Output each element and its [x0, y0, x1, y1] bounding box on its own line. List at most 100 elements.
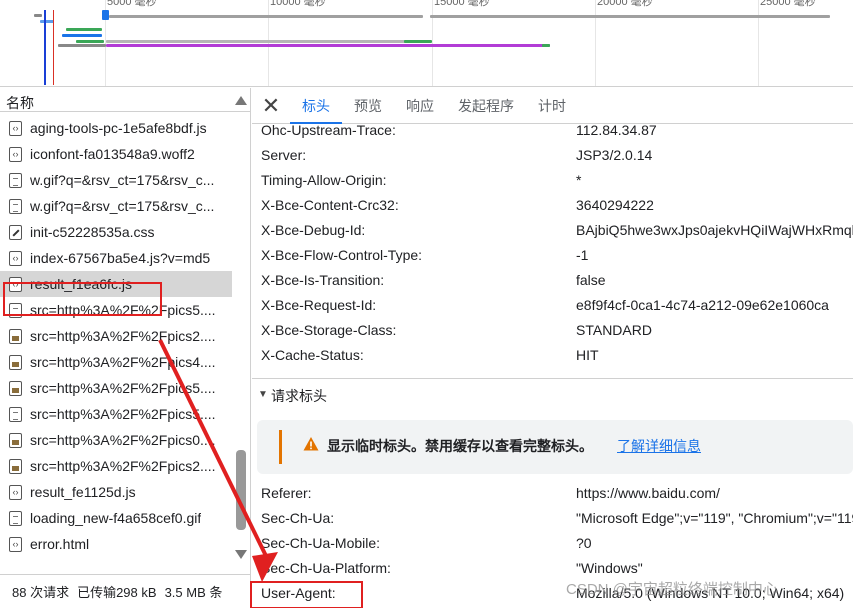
header-name: Server: — [261, 147, 307, 163]
request-name: src=http%3A%2F%2Fpics4.... — [30, 354, 216, 370]
timeline-bar — [106, 40, 430, 43]
timeline-bar — [76, 40, 104, 43]
timeline-bar — [34, 14, 42, 17]
tab-initiator[interactable]: 发起程序 — [446, 88, 526, 123]
request-list-scrollbar[interactable] — [233, 88, 250, 568]
transferred-size: 已传输298 kB — [77, 585, 157, 600]
header-name: X-Bce-Is-Transition: — [261, 272, 385, 288]
request-list-panel: 名称 aging-tools-pc-1e5afe8bdf.js iconfont… — [0, 88, 251, 608]
tab-timing[interactable]: 计时 — [526, 88, 578, 123]
request-row[interactable]: index-67567ba5e4.js?v=md5 — [0, 245, 232, 271]
timeline-tick-label: 10000 毫秒 — [270, 0, 326, 8]
request-count: 88 次请求 — [12, 585, 70, 600]
network-timeline-overview[interactable]: 5000 毫秒 10000 毫秒 15000 毫秒 20000 毫秒 25000… — [0, 0, 853, 87]
learn-more-link[interactable]: 了解详细信息 — [617, 436, 701, 456]
header-value: "Windows" — [576, 560, 643, 576]
request-row[interactable]: src=http%3A%2F%2Fpics5.... — [0, 401, 232, 427]
response-header-row: Ohc-Upstream-Trace: 112.84.34.87 — [252, 124, 853, 147]
request-row[interactable]: src=http%3A%2F%2Fpics4.... — [0, 349, 232, 375]
request-name: error.html — [30, 536, 90, 552]
request-row[interactable]: w.gif?q=&rsv_ct=175&rsv_c... — [0, 193, 232, 219]
name-column-header[interactable]: 名称 — [0, 88, 250, 112]
timeline-bar — [404, 40, 432, 43]
image-icon — [9, 354, 22, 370]
notice-accent-stripe — [279, 430, 282, 464]
response-header-row: X-Bce-Storage-Class: STANDARD — [252, 322, 853, 347]
request-name: result_f1ea6fc.js — [30, 276, 132, 292]
tab-headers[interactable]: 标头 — [290, 88, 342, 124]
request-name: src=http%3A%2F%2Fpics5.... — [30, 380, 216, 396]
request-details-panel: ✕ 标头 预览 响应 发起程序 计时 Ohc-Upstream-Trace: 11… — [252, 88, 853, 608]
request-name: src=http%3A%2F%2Fpics5.... — [30, 406, 216, 422]
response-header-row: X-Bce-Is-Transition: false — [252, 272, 853, 297]
tab-response[interactable]: 响应 — [394, 88, 446, 123]
header-value: HIT — [576, 347, 599, 363]
header-name: Sec-Ch-Ua-Mobile: — [261, 535, 381, 551]
response-header-row: X-Bce-Content-Crc32: 3640294222 — [252, 197, 853, 222]
header-name: X-Bce-Content-Crc32: — [261, 197, 399, 213]
header-name: Referer: — [261, 485, 312, 501]
timeline-tick-label: 15000 毫秒 — [434, 0, 490, 8]
request-row[interactable]: init-c52228535a.css — [0, 219, 232, 245]
timeline-tick-label: 25000 毫秒 — [760, 0, 816, 8]
response-header-row: X-Bce-Flow-Control-Type: -1 — [252, 247, 853, 272]
header-name: Sec-Ch-Ua-Platform: — [261, 560, 391, 576]
header-value: ?0 — [576, 535, 592, 551]
resources-size: 3.5 MB 条 — [164, 585, 223, 600]
header-name: X-Bce-Debug-Id: — [261, 222, 366, 238]
request-headers-section-toggle[interactable]: ▼ 请求标头 — [252, 384, 853, 410]
request-row[interactable]: w.gif?q=&rsv_ct=175&rsv_c... — [0, 167, 232, 193]
header-value: STANDARD — [576, 322, 652, 338]
header-value: https://www.baidu.com/ — [576, 485, 720, 501]
font-file-icon — [9, 146, 22, 162]
headers-content: Ohc-Upstream-Trace: 112.84.34.87 Server: J… — [252, 124, 853, 608]
scrollbar-thumb[interactable] — [236, 450, 246, 530]
request-header-row: Sec-Ch-Ua-Mobile: ?0 — [252, 535, 853, 560]
document-icon — [9, 172, 22, 188]
document-icon — [9, 510, 22, 526]
script-file-icon — [9, 120, 22, 136]
request-row[interactable]: src=http%3A%2F%2Fpics2.... — [0, 323, 232, 349]
details-tabbar: ✕ 标头 预览 响应 发起程序 计时 — [252, 88, 853, 124]
document-icon — [9, 406, 22, 422]
header-name: User-Agent: — [261, 585, 336, 601]
response-header-row: X-Bce-Debug-Id: BAjbiQ5hwe3wxJps0ajekvHQi… — [252, 222, 853, 247]
header-value: * — [576, 172, 582, 188]
timeline-bar — [40, 20, 54, 23]
header-value: 3640294222 — [576, 197, 654, 213]
request-row[interactable]: src=http%3A%2F%2Fpics5.... — [0, 375, 232, 401]
timeline-bar — [62, 34, 102, 37]
request-row[interactable]: src=http%3A%2F%2Fpics5.... — [0, 297, 232, 323]
timeline-gridline — [432, 0, 433, 86]
response-header-row: X-Cache-Status: HIT — [252, 347, 853, 372]
request-row[interactable]: error.html — [0, 531, 232, 557]
header-value: false — [576, 272, 606, 288]
close-icon[interactable]: ✕ — [252, 88, 290, 123]
header-name: X-Bce-Storage-Class: — [261, 322, 397, 338]
header-value: -1 — [576, 247, 589, 263]
request-row[interactable]: src=http%3A%2F%2Fpics2.... — [0, 453, 232, 479]
request-row[interactable]: iconfont-fa013548a9.woff2 — [0, 141, 232, 167]
header-value: 112.84.34.87 — [576, 124, 657, 138]
request-row[interactable]: src=http%3A%2F%2Fpics0.... — [0, 427, 232, 453]
request-row-selected[interactable]: result_f1ea6fc.js — [0, 271, 232, 297]
timeline-bar — [542, 44, 550, 47]
image-icon — [9, 328, 22, 344]
response-header-row: Server: JSP3/2.0.14 — [252, 147, 853, 172]
request-name: result_fe1125d.js — [30, 484, 136, 500]
header-name: Timing-Allow-Origin: — [261, 172, 387, 188]
tab-preview[interactable]: 预览 — [342, 88, 394, 123]
image-icon — [9, 380, 22, 396]
request-row[interactable]: loading_new-f4a658cef0.gif — [0, 505, 232, 531]
scroll-up-arrow-icon[interactable] — [235, 96, 247, 105]
header-name: X-Bce-Request-Id: — [261, 297, 377, 313]
request-row[interactable]: result_fe1125d.js — [0, 479, 232, 505]
timeline-domcontentloaded-marker — [44, 10, 46, 85]
request-row[interactable]: aging-tools-pc-1e5afe8bdf.js — [0, 115, 232, 141]
timeline-gridline — [595, 0, 596, 86]
scroll-down-arrow-icon[interactable] — [235, 550, 247, 559]
request-name: loading_new-f4a658cef0.gif — [30, 510, 202, 526]
script-file-icon — [9, 276, 22, 292]
timeline-gridline — [268, 0, 269, 86]
response-header-row: X-Bce-Request-Id: e8f9f4cf-0ca1-4c74-a212… — [252, 297, 853, 322]
